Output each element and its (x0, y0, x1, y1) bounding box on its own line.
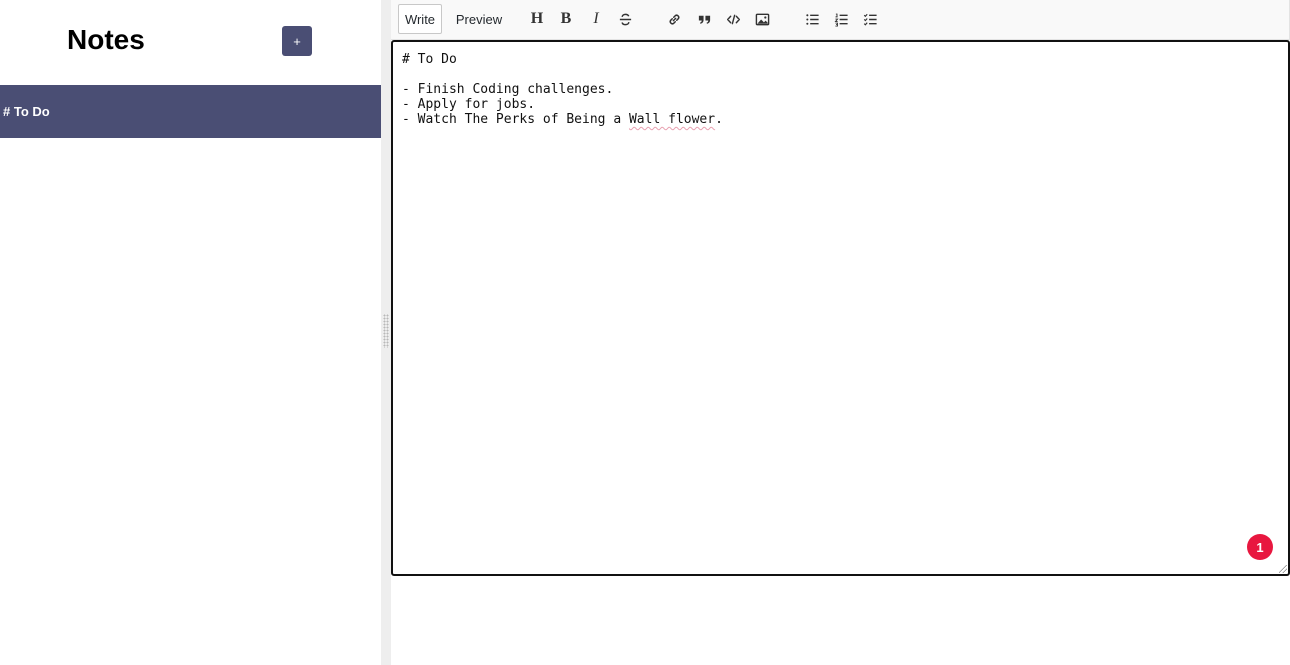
text-line: # To Do (402, 52, 457, 67)
sidebar-title: Notes (67, 24, 145, 55)
link-button[interactable] (663, 7, 685, 31)
split-gutter[interactable] (381, 0, 391, 665)
notes-sidebar: Notes + # To Do (0, 0, 381, 665)
text-line: - Finish Coding challenges. (402, 82, 614, 97)
quote-icon (697, 12, 712, 27)
italic-button[interactable]: I (585, 7, 607, 31)
text-line: - Watch The Perks of Being a Wall flower… (402, 112, 723, 127)
markdown-text[interactable]: # To Do - Finish Coding challenges. - Ap… (402, 52, 723, 127)
ordered-list-icon (834, 12, 849, 27)
markdown-textarea[interactable]: # To Do - Finish Coding challenges. - Ap… (391, 40, 1290, 576)
checked-list-button[interactable] (859, 7, 881, 31)
italic-icon: I (593, 10, 599, 27)
quote-button[interactable] (693, 7, 715, 31)
resize-handle-icon[interactable] (1279, 565, 1287, 573)
unordered-list-icon (805, 12, 820, 27)
editor-toolbar: Write Preview H B I (391, 0, 1290, 40)
image-icon (755, 12, 770, 27)
markdown-editor: Write Preview H B I # To Do - Finish Cod… (391, 0, 1290, 665)
code-button[interactable] (722, 7, 744, 31)
note-item-label: # To Do (3, 104, 50, 119)
note-item-to-do[interactable]: # To Do (0, 85, 381, 138)
unordered-list-button[interactable] (801, 7, 823, 31)
checked-list-icon (863, 12, 878, 27)
gutter-grip-icon (383, 314, 389, 348)
text-line: - Apply for jobs. (402, 97, 536, 112)
link-icon (667, 12, 682, 27)
text-segment: - Watch The Perks of Being a (402, 112, 629, 127)
bold-icon: B (560, 10, 572, 27)
heading-icon: H (530, 10, 544, 27)
sidebar-header: Notes + (0, 0, 381, 85)
ordered-list-button[interactable] (830, 7, 852, 31)
app: Notes + # To Do Write Preview H B I # To… (0, 0, 1290, 665)
image-button[interactable] (751, 7, 773, 31)
add-note-button[interactable]: + (282, 26, 312, 56)
strikethrough-button[interactable] (614, 7, 636, 31)
tab-preview[interactable]: Preview (450, 4, 508, 34)
heading-button[interactable]: H (526, 7, 548, 31)
code-icon (726, 12, 741, 27)
misspelled-word[interactable]: Wall flower (629, 112, 715, 127)
strikethrough-icon (618, 12, 633, 27)
notification-badge[interactable]: 1 (1247, 534, 1273, 560)
bold-button[interactable]: B (555, 7, 577, 31)
tab-write[interactable]: Write (398, 4, 442, 34)
text-segment: . (715, 112, 723, 127)
